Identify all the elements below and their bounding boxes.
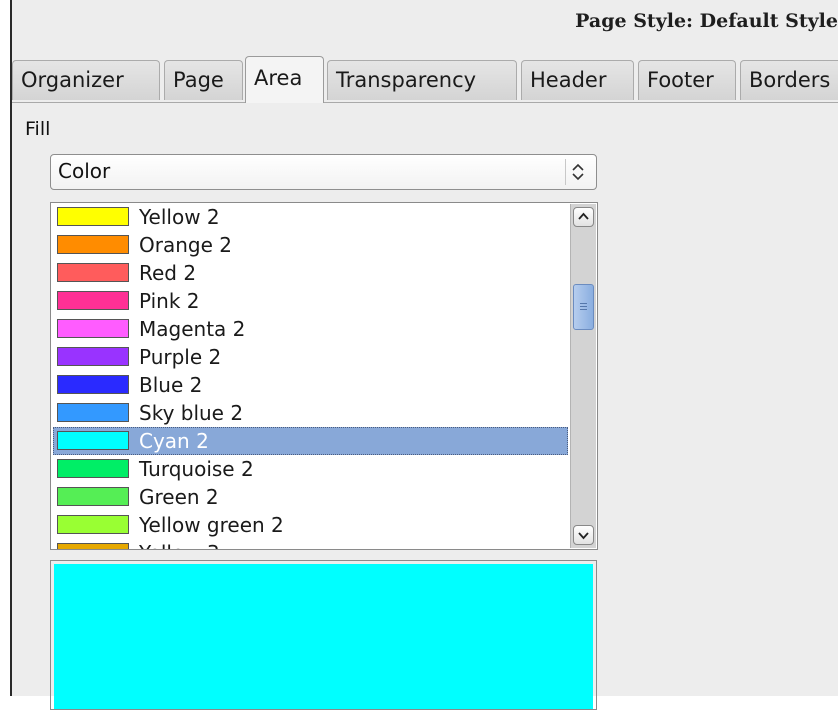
color-list-item[interactable]: Green 2 (53, 483, 568, 511)
color-name: Pink 2 (139, 289, 200, 313)
color-swatch (57, 207, 129, 226)
tab-footer[interactable]: Footer (638, 60, 736, 100)
color-name: Cyan 2 (139, 429, 209, 453)
color-name: Turquoise 2 (139, 457, 254, 481)
color-swatch (57, 291, 129, 310)
fill-heading: Fill (25, 118, 51, 140)
color-list-item[interactable]: Blue 2 (53, 371, 568, 399)
tab-page[interactable]: Page (164, 60, 243, 100)
tab-transparency[interactable]: Transparency (327, 60, 517, 100)
scroll-thumb[interactable] (573, 284, 594, 330)
tab-borders[interactable]: Borders (740, 60, 838, 100)
color-swatch (57, 375, 129, 394)
color-list-item[interactable]: Sky blue 2 (53, 399, 568, 427)
scroll-up-button[interactable] (573, 207, 594, 227)
color-list-scrollbar[interactable] (570, 204, 596, 548)
color-name: Orange 2 (139, 233, 232, 257)
page-style-dialog: Page Style: Default Style Organizer Page… (10, 0, 838, 710)
color-list-item[interactable]: Magenta 2 (53, 315, 568, 343)
color-list-item[interactable]: Cyan 2 (53, 427, 568, 455)
scroll-down-button[interactable] (573, 525, 594, 545)
tab-bar: Organizer Page Area Transparency Header … (12, 56, 838, 103)
tab-label: Transparency (336, 68, 477, 92)
color-name: Yellow 2 (139, 205, 220, 229)
color-list-item[interactable]: Yellow green 2 (53, 511, 568, 539)
color-list-item[interactable]: Yellow 3 (53, 539, 568, 549)
tab-label: Organizer (21, 68, 124, 92)
color-list-item[interactable]: Pink 2 (53, 287, 568, 315)
grip-line (580, 303, 587, 304)
tab-header[interactable]: Header (521, 60, 634, 100)
window-title: Page Style: Default Style (575, 10, 838, 32)
tab-label: Area (254, 66, 303, 90)
color-swatch (57, 515, 129, 534)
chevron-down-icon (578, 532, 589, 540)
color-swatch (57, 263, 129, 282)
color-list-item[interactable]: Yellow 2 (53, 203, 568, 231)
tab-organizer[interactable]: Organizer (12, 60, 160, 100)
color-swatch (57, 459, 129, 478)
title-bar: Page Style: Default Style (12, 0, 838, 48)
tab-label: Footer (647, 68, 714, 92)
color-list-items: Yellow 2 Orange 2 Red 2 Pink 2 Magenta 2 Purp… (53, 203, 568, 549)
tab-area[interactable]: Area (245, 56, 324, 103)
color-swatch (57, 403, 129, 422)
grip-line (580, 306, 587, 307)
preview-swatch (54, 564, 593, 709)
fill-type-value: Color (58, 159, 111, 183)
color-swatch (57, 319, 129, 338)
color-name: Red 2 (139, 261, 197, 285)
color-name: Sky blue 2 (139, 401, 244, 425)
tab-label: Borders (749, 68, 831, 92)
color-swatch (57, 235, 129, 254)
color-name: Green 2 (139, 485, 219, 509)
color-swatch (57, 431, 129, 450)
fill-type-select[interactable]: Color (50, 154, 597, 190)
up-down-chevron-icon[interactable] (565, 159, 590, 185)
color-list-item[interactable]: Red 2 (53, 259, 568, 287)
color-swatch (57, 347, 129, 366)
color-list-item[interactable]: Turquoise 2 (53, 455, 568, 483)
color-list-item[interactable]: Orange 2 (53, 231, 568, 259)
fill-preview (50, 560, 597, 710)
color-name: Purple 2 (139, 345, 222, 369)
color-name: Yellow green 2 (139, 513, 284, 537)
tab-label: Page (173, 68, 224, 92)
color-name: Yellow 3 (139, 539, 220, 549)
tab-label: Header (530, 68, 607, 92)
chevron-up-icon (578, 212, 589, 220)
color-swatch (57, 487, 129, 506)
color-name: Blue 2 (139, 373, 203, 397)
color-list[interactable]: Yellow 2 Orange 2 Red 2 Pink 2 Magenta 2 Purp… (50, 202, 598, 550)
color-list-item[interactable]: Purple 2 (53, 343, 568, 371)
grip-line (580, 309, 587, 310)
color-name: Magenta 2 (139, 317, 246, 341)
color-swatch (57, 543, 129, 549)
